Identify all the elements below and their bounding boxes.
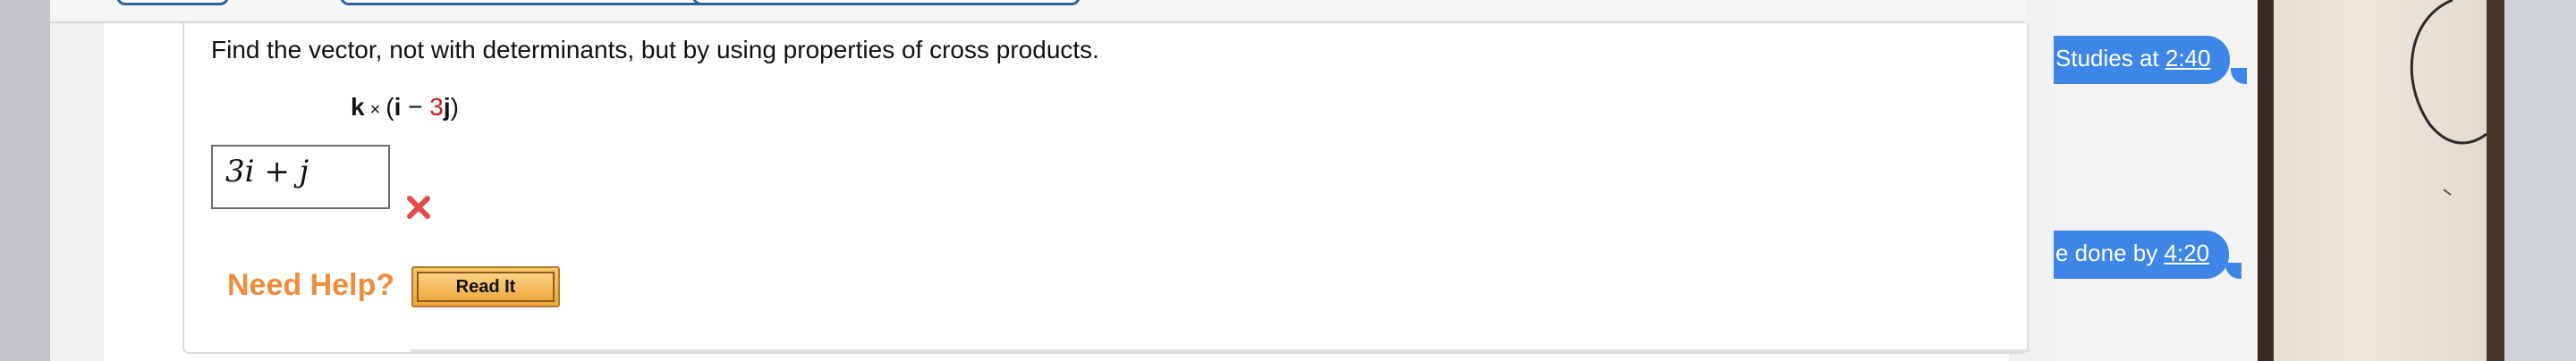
red-x-icon <box>407 196 430 219</box>
expr-k: k <box>351 93 365 121</box>
chat-message-2-time[interactable]: 4:20 <box>2164 239 2209 266</box>
assignment-top-bar <box>50 0 2025 23</box>
chat-message-2[interactable]: e done by 4:20 <box>2054 231 2230 279</box>
expr-coefficient: 3 <box>429 93 444 121</box>
photo-paper <box>2274 0 2487 361</box>
question-card: Find the vector, not with determinants, … <box>182 23 2030 354</box>
next-section-border <box>411 349 2030 352</box>
expr-times: × <box>369 100 381 120</box>
desktop-background-left <box>0 0 50 361</box>
chat-message-1[interactable]: Studies at 2:40 <box>2054 36 2231 84</box>
top-nav-button-1[interactable] <box>116 0 229 5</box>
expr-j: j <box>443 93 451 121</box>
need-help-label: Need Help? <box>227 268 395 302</box>
top-nav-button-2[interactable] <box>340 0 728 5</box>
expr-close-paren: ) <box>450 93 459 121</box>
chat-bubble-tail-2 <box>2225 263 2241 279</box>
top-nav-button-3[interactable] <box>692 0 1080 5</box>
answer-value: 3i + j <box>225 154 309 189</box>
chat-panel: Studies at 2:40 e done by 4:20 <box>2054 0 2259 361</box>
chat-message-2-text: e done by <box>2055 239 2165 266</box>
expr-minus: − <box>401 93 430 121</box>
chat-message-1-text: Studies at <box>2055 45 2165 71</box>
chat-bubble-tail-1 <box>2231 68 2247 84</box>
read-it-label: Read It <box>417 272 555 302</box>
expr-open-paren: ( <box>386 93 394 121</box>
chat-message-1-time[interactable]: 2:40 <box>2165 45 2211 71</box>
photo-frame-right <box>2487 0 2504 361</box>
paper-sketch-curve <box>2410 0 2487 196</box>
answer-input[interactable]: 3i + j <box>211 145 390 209</box>
question-prompt: Find the vector, not with determinants, … <box>211 36 1099 63</box>
photo-background-right <box>2504 0 2576 361</box>
read-it-button[interactable]: Read It <box>411 266 560 307</box>
photo-frame-left <box>2258 0 2274 361</box>
vector-expression: k × (i − 3j) <box>351 93 459 122</box>
